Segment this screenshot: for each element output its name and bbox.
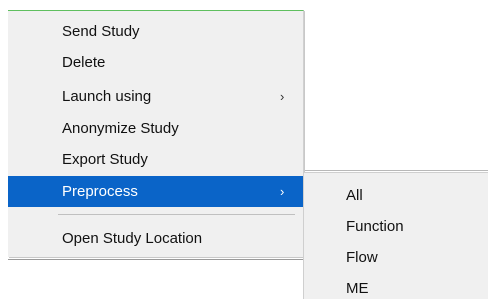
menu-item-label: Open Study Location xyxy=(62,230,203,247)
submenu-arrow-icon: › xyxy=(280,184,285,199)
menu-item-launch-using[interactable]: Launch using › xyxy=(8,81,303,112)
submenu-item-flow[interactable]: Flow xyxy=(304,242,488,273)
menu-item-send-study[interactable]: Send Study xyxy=(8,16,303,47)
submenu-item-label: Flow xyxy=(346,249,378,266)
submenu-item-all[interactable]: All xyxy=(304,180,488,211)
submenu-item-label: ME xyxy=(346,280,369,297)
menu-item-open-study-location[interactable]: Open Study Location xyxy=(8,223,303,254)
menu-item-label: Anonymize Study xyxy=(62,120,179,137)
submenu-item-label: All xyxy=(346,187,363,204)
menu-item-label: Export Study xyxy=(62,151,148,168)
menu-item-label: Send Study xyxy=(62,23,140,40)
submenu-arrow-icon: › xyxy=(280,89,285,104)
menu-separator xyxy=(58,214,295,215)
menu-item-label: Launch using xyxy=(62,88,152,105)
submenu-item-function[interactable]: Function xyxy=(304,211,488,242)
background-divider xyxy=(304,170,488,171)
menu-item-export-study[interactable]: Export Study xyxy=(8,144,303,175)
menu-item-label: Delete xyxy=(62,54,106,71)
preprocess-submenu: All Function Flow ME xyxy=(303,172,488,299)
menu-item-anonymize-study[interactable]: Anonymize Study xyxy=(8,113,303,144)
menu-item-preprocess[interactable]: Preprocess › xyxy=(8,176,303,207)
menu-item-label: Preprocess xyxy=(62,183,138,200)
submenu-item-label: Function xyxy=(346,218,404,235)
context-menu: Send Study Delete Launch using › Anonymi… xyxy=(8,10,304,257)
menu-item-delete[interactable]: Delete xyxy=(8,47,303,78)
background-divider xyxy=(8,259,304,260)
submenu-item-me[interactable]: ME xyxy=(304,273,488,304)
